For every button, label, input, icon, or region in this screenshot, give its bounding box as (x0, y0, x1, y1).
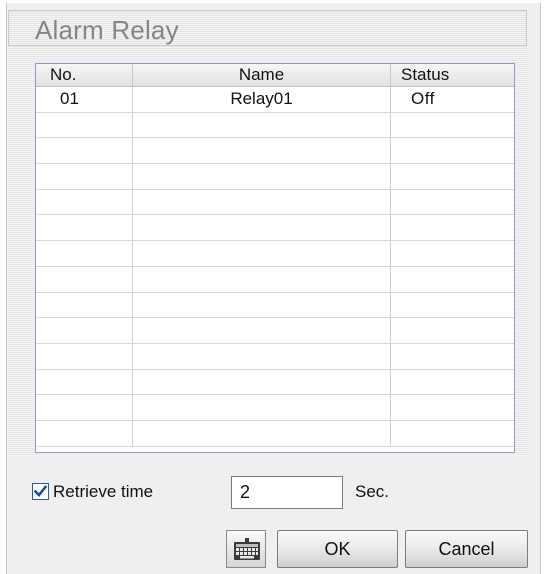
cell-status (391, 395, 514, 420)
cancel-button[interactable]: Cancel (405, 530, 528, 568)
cell-status (391, 215, 514, 240)
keyboard-button[interactable] (226, 530, 266, 568)
table-row[interactable]: 01 Relay01 Off (36, 87, 514, 113)
table-row[interactable] (36, 241, 514, 267)
cell-status (391, 293, 514, 318)
cell-no (36, 395, 133, 420)
cell-status (391, 190, 514, 215)
cell-status (391, 241, 514, 266)
table-body: 01 Relay01 Off (36, 87, 514, 447)
cell-name (133, 420, 391, 446)
cell-no (36, 420, 133, 446)
column-header-name[interactable]: Name (133, 64, 391, 86)
cell-no (36, 318, 133, 343)
table-row[interactable] (36, 318, 514, 344)
cell-no (36, 369, 133, 395)
table-row[interactable] (36, 215, 514, 242)
table-row[interactable] (36, 266, 514, 293)
keyboard-icon (234, 538, 260, 560)
cell-no: 01 (36, 87, 133, 112)
cell-name (133, 164, 391, 189)
cell-no (36, 164, 133, 189)
cell-name (133, 241, 391, 266)
cell-name (133, 266, 391, 292)
cell-no (36, 215, 133, 241)
retrieve-time-checkbox[interactable] (32, 483, 49, 500)
retrieve-time-input[interactable]: 2 (231, 476, 343, 509)
cell-name (133, 369, 391, 395)
cell-name: Relay01 (133, 87, 391, 112)
cell-status (391, 138, 514, 163)
cell-status (391, 421, 514, 446)
cell-name (133, 112, 391, 138)
cell-name (133, 318, 391, 343)
table-row[interactable] (36, 112, 514, 139)
checkmark-icon (33, 485, 48, 497)
cell-no (36, 138, 133, 164)
dialog-title: Alarm Relay (35, 15, 179, 45)
ok-button[interactable]: OK (277, 530, 398, 568)
table-row[interactable] (36, 189, 514, 216)
table-row[interactable] (36, 420, 514, 447)
table-row[interactable] (36, 292, 514, 319)
table-row[interactable] (36, 369, 514, 396)
cell-name (133, 189, 391, 215)
column-header-status[interactable]: Status (391, 64, 514, 86)
column-header-no[interactable]: No. (36, 64, 133, 86)
title-bar: Alarm Relay (8, 10, 527, 46)
cell-name (133, 292, 391, 318)
retrieve-time-label[interactable]: Retrieve time (53, 482, 153, 502)
cell-name (133, 215, 391, 241)
cell-status (391, 267, 514, 292)
cell-status: Off (411, 89, 435, 108)
cell-status (391, 318, 514, 343)
cell-name (133, 138, 391, 164)
cell-status (391, 113, 514, 138)
cell-name (133, 343, 391, 369)
table-header: No. Name Status (36, 64, 514, 87)
table-row[interactable] (36, 164, 514, 190)
cell-no (36, 292, 133, 318)
cell-no (36, 112, 133, 138)
table-row[interactable] (36, 138, 514, 165)
table-row[interactable] (36, 343, 514, 370)
cell-name (133, 395, 391, 420)
cell-status (391, 344, 514, 369)
table-row[interactable] (36, 395, 514, 421)
cell-no (36, 189, 133, 215)
relay-table: No. Name Status 01 Relay01 Off (35, 63, 515, 453)
cell-status (391, 370, 514, 395)
seconds-unit-label: Sec. (355, 482, 390, 501)
cell-no (36, 241, 133, 266)
retrieve-time-value: 2 (240, 482, 251, 502)
cell-no (36, 343, 133, 369)
cell-no (36, 266, 133, 292)
cell-status (391, 164, 514, 189)
